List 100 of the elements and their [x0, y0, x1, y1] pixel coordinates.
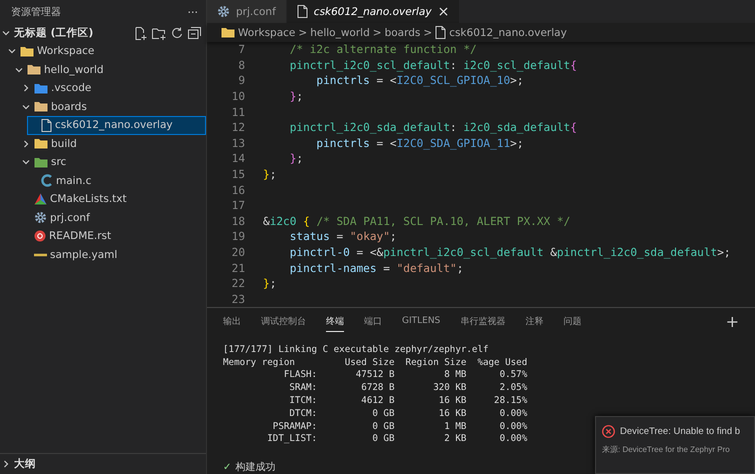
folder-icon [27, 64, 41, 76]
folder-icon [34, 82, 48, 94]
folder-icon [221, 27, 235, 38]
code-line: pinctrl-names = "default"; [288, 262, 464, 275]
new-terminal-button[interactable]: + [726, 312, 739, 332]
terminal-line: PSRAMAP: 0 GB 1 MB 0.00% [272, 420, 528, 434]
code-line: /* i2c alternate function */ [288, 43, 477, 56]
panel-tab[interactable]: 输出 [223, 312, 241, 332]
terminal-line: SRAM: 6728 B 320 KB 2.05% [288, 382, 528, 395]
info-circle-icon [34, 230, 46, 242]
code-line: }; [288, 90, 304, 104]
code-line: pinctrl_i2c0_scl_default: i2c0_scl_default{ [288, 58, 577, 72]
more-actions-button[interactable]: ··· [188, 6, 198, 18]
code-line: }; [263, 168, 276, 182]
tree-item[interactable]: CMakeLists.txt [20, 190, 206, 208]
panel-tab[interactable]: 串行监视器 [460, 312, 506, 332]
code-line: pinctrl_i2c0_sda_default: i2c0_sda_default{ [288, 121, 577, 134]
breadcrumb-item[interactable]: Workspace [238, 26, 296, 38]
line-number: 14 [230, 152, 245, 166]
tree-item[interactable]: boards [20, 98, 206, 116]
code-line: &i2c0 { /* SDA PA11, SCL PA.10, ALERT PX.XX */ [263, 214, 570, 228]
notification-message: DeviceTree: Unable to find b [620, 426, 740, 437]
panel-tab[interactable]: 终端 [326, 312, 344, 332]
line-number: 23 [230, 292, 245, 306]
code-line: }; [288, 152, 304, 166]
panel-tab[interactable]: 端口 [364, 312, 382, 332]
error-icon [602, 425, 615, 438]
line-number: 17 [230, 199, 245, 212]
line-number: 15 [230, 168, 245, 182]
check-icon: ✓ [223, 462, 232, 473]
editor-tab[interactable]: csk6012_nano.overlay × [286, 0, 460, 23]
breadcrumb-separator: > [423, 26, 432, 38]
terminal-line: DTCM: 0 GB 16 KB 0.00% [288, 408, 528, 420]
tree-item[interactable]: Workspace [0, 42, 206, 60]
c-letter-icon [41, 174, 53, 188]
triangle-icon [34, 193, 47, 206]
new-file-icon[interactable] [134, 26, 147, 40]
tree-item[interactable]: sample.yaml [20, 246, 206, 264]
line-number: 21 [230, 262, 245, 275]
tree-item[interactable]: README.rst [20, 227, 206, 246]
breadcrumb-separator: > [298, 26, 308, 38]
code-line: pinctrls = <I2C0_SDA_GPIOA_11>; [315, 136, 524, 150]
terminal-line: IDT_LIST: 0 GB 2 KB 0.00% [266, 433, 528, 446]
terminal-line: Memory region Used Size Region Size %age Used [223, 356, 528, 370]
line-number: 10 [230, 90, 245, 104]
panel-tab[interactable]: 调试控制台 [261, 312, 306, 332]
line-number: 20 [230, 246, 245, 260]
chevron-right-icon[interactable] [21, 138, 31, 149]
breadcrumb-item[interactable]: csk6012_nano.overlay [449, 26, 567, 38]
file-icon [296, 5, 308, 18]
tree-item[interactable]: csk6012_nano.overlay [27, 116, 206, 134]
breadcrumb-separator: > [372, 26, 382, 38]
tree-item[interactable]: .vscode [20, 79, 206, 98]
tree-item[interactable]: main.c [27, 172, 206, 190]
code-line: pinctrls = <I2C0_SCL_GPIOA_10>; [315, 74, 524, 88]
breadcrumb-item[interactable]: boards [384, 26, 420, 38]
code-line: pinctrl-0 = <&pinctrl_i2c0_scl_default &pinctrl_i2c0_sda_default>; [288, 246, 731, 260]
code-line: }; [263, 277, 276, 290]
refresh-icon[interactable] [171, 27, 183, 39]
file-icon [41, 118, 52, 132]
folder-icon [34, 101, 48, 112]
outline-section-header[interactable]: 大纲 [0, 453, 206, 474]
line-number: 19 [230, 230, 245, 244]
line-number: 22 [230, 277, 245, 290]
tree-item[interactable]: hello_world [13, 60, 206, 79]
line-number: 8 [237, 58, 245, 72]
chevron-right-icon[interactable] [1, 459, 11, 470]
build-status-text: 构建成功 [235, 460, 276, 474]
gear-icon [34, 211, 47, 224]
chevron-down-icon[interactable] [1, 28, 11, 38]
file-icon [435, 26, 446, 39]
dash-icon [34, 252, 47, 258]
line-number: 11 [230, 106, 245, 119]
workspace-root-header[interactable]: 无标题 (工作区) [0, 24, 206, 42]
terminal-line: [177/177] Linking C executable zephyr/zephyr.elf [223, 344, 489, 357]
tree-item[interactable]: build [20, 134, 206, 153]
line-number: 18 [230, 214, 245, 228]
terminal-line: FLASH: 47512 B 8 MB 0.57% [282, 369, 528, 382]
chevron-right-icon[interactable] [21, 83, 31, 94]
breadcrumb-item[interactable]: hello_world [310, 26, 370, 38]
tree-item[interactable]: src [20, 153, 206, 172]
panel-tab[interactable]: GITLENS [402, 313, 440, 330]
folder-icon [20, 46, 34, 57]
folder-icon [34, 138, 48, 150]
line-number: 9 [237, 74, 245, 88]
line-number: 16 [230, 184, 245, 197]
panel-tab[interactable]: 问题 [563, 312, 582, 332]
new-folder-icon[interactable] [152, 26, 166, 40]
editor-tab[interactable]: prj.conf [207, 0, 287, 23]
line-number: 7 [237, 43, 245, 56]
code-line: status = "okay"; [288, 230, 397, 244]
line-number: 13 [230, 136, 245, 150]
line-number: 12 [230, 121, 245, 134]
tree-item[interactable]: prj.conf [20, 208, 206, 227]
collapse-all-icon[interactable] [188, 27, 201, 39]
gear-icon [217, 5, 230, 18]
sidebar-title: 资源管理器 [11, 6, 61, 19]
close-icon[interactable]: × [438, 4, 450, 20]
panel-tab[interactable]: 注释 [525, 312, 544, 332]
terminal-line: ITCM: 4612 B 16 KB 28.15% [288, 394, 528, 408]
